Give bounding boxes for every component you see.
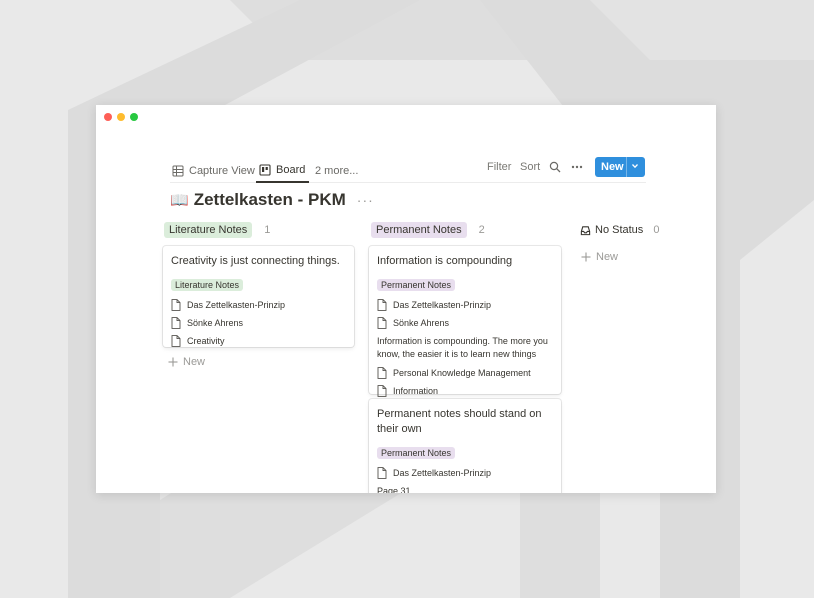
filter-button[interactable]: Filter — [487, 161, 511, 173]
tab-capture-view[interactable]: Capture View — [172, 158, 255, 183]
inbox-icon — [580, 225, 591, 235]
tab-label: 2 more... — [315, 164, 359, 177]
board-card[interactable]: Information is compounding Permanent Not… — [369, 246, 561, 397]
new-button-label: New — [601, 161, 624, 173]
plus-icon — [168, 357, 178, 367]
card-relation[interactable]: Das Zettelkasten-Prinzip — [377, 299, 553, 311]
button-divider — [626, 157, 627, 177]
view-toolbar: Capture View Board 2 more... Filter Sort… — [170, 155, 646, 183]
column-label: No Status — [595, 224, 644, 236]
page-icon — [171, 317, 181, 329]
app-window: Capture View Board 2 more... Filter Sort… — [96, 105, 716, 493]
card-text-property: Page 31. — [377, 486, 414, 493]
close-window-button[interactable] — [104, 113, 112, 121]
relation-label: Personal Knowledge Management — [393, 368, 531, 378]
column-count: 0 — [653, 224, 660, 236]
relation-label: Sönke Ahrens — [393, 318, 450, 328]
card-relation[interactable]: Sönke Ahrens — [377, 317, 553, 329]
tab-board[interactable]: Board — [256, 158, 310, 183]
page-icon — [171, 299, 181, 311]
more-views-button[interactable]: 2 more... — [315, 158, 358, 183]
add-card-button-literature[interactable]: New — [168, 356, 205, 368]
window-controls — [104, 113, 138, 121]
column-count: 2 — [478, 224, 485, 236]
relation-label: Sönke Ahrens — [187, 318, 244, 328]
page-icon — [377, 317, 387, 329]
add-label: New — [183, 356, 206, 368]
column-count: 1 — [264, 224, 271, 236]
page-title: 📖 Zettelkasten - PKM ··· — [170, 190, 374, 210]
column-header-literature-notes[interactable]: Literature Notes 1 — [164, 222, 270, 238]
page-icon — [377, 385, 387, 397]
card-relation[interactable]: Personal Knowledge Management — [377, 367, 553, 379]
sort-button[interactable]: Sort — [520, 161, 540, 173]
column-tag: Permanent Notes — [371, 222, 467, 238]
page-more-icon[interactable]: ··· — [357, 192, 374, 208]
card-title: Creativity is just connecting things. — [171, 255, 340, 267]
more-options-icon[interactable] — [571, 165, 583, 169]
page-icon — [377, 299, 387, 311]
column-header-no-status[interactable]: No Status 0 — [580, 224, 659, 236]
tab-label: Capture View — [189, 164, 255, 177]
board-card[interactable]: Creativity is just connecting things. Li… — [163, 246, 354, 347]
relation-label: Das Zettelkasten-Prinzip — [393, 300, 492, 310]
board-card[interactable]: Permanent notes should stand on their ow… — [369, 399, 561, 493]
column-header-permanent-notes[interactable]: Permanent Notes 2 — [371, 222, 485, 238]
card-relation[interactable]: Sönke Ahrens — [171, 317, 346, 329]
board-icon — [259, 163, 271, 176]
add-label: New — [596, 251, 619, 263]
card-relation[interactable]: Das Zettelkasten-Prinzip — [377, 467, 553, 479]
card-status-tag: Permanent Notes — [377, 279, 456, 291]
card-title: Information is compounding — [377, 255, 513, 267]
relation-label: Das Zettelkasten-Prinzip — [187, 300, 286, 310]
column-tag: Literature Notes — [164, 222, 253, 238]
book-emoji-icon: 📖 — [170, 192, 189, 209]
new-page-button[interactable]: New — [595, 157, 645, 177]
card-text-property: Information is compounding. The more you… — [377, 336, 548, 359]
page-icon — [377, 367, 387, 379]
minimize-window-button[interactable] — [117, 113, 125, 121]
page-title-text[interactable]: Zettelkasten - PKM — [194, 190, 346, 210]
card-relation[interactable]: Creativity — [171, 335, 346, 347]
search-icon[interactable] — [549, 161, 561, 173]
add-card-button-no-status[interactable]: New — [581, 251, 618, 263]
card-title: Permanent notes should stand on their ow… — [377, 408, 542, 435]
page-icon — [377, 467, 387, 479]
plus-icon — [581, 252, 591, 262]
card-status-tag: Permanent Notes — [377, 447, 456, 459]
card-status-tag: Literature Notes — [171, 279, 244, 291]
relation-label: Information — [393, 386, 439, 396]
card-relation[interactable]: Information — [377, 385, 553, 397]
chevron-down-icon[interactable] — [631, 162, 639, 170]
relation-label: Creativity — [187, 336, 225, 346]
tab-label: Board — [276, 163, 306, 176]
maximize-window-button[interactable] — [130, 113, 138, 121]
table-icon — [172, 165, 184, 176]
card-relation[interactable]: Das Zettelkasten-Prinzip — [171, 299, 346, 311]
page-icon — [171, 335, 181, 347]
relation-label: Das Zettelkasten-Prinzip — [393, 468, 492, 478]
